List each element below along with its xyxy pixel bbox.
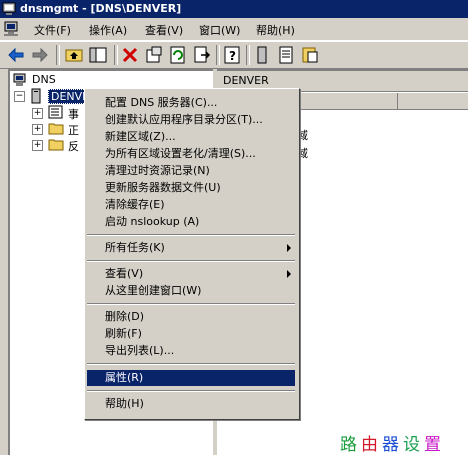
toolbar-separator	[216, 45, 220, 65]
menu-item-nslookup[interactable]: 启动 nslookup (A)	[87, 214, 295, 230]
dns-root-icon	[13, 73, 26, 86]
svg-text:?: ?	[229, 49, 236, 63]
delete-icon[interactable]	[120, 45, 140, 65]
menu-item-delete[interactable]: 删除(D)	[87, 309, 295, 325]
menu-item-all-tasks[interactable]: 所有任务(K)	[87, 240, 295, 256]
toolbar-separator	[114, 45, 118, 65]
export-icon[interactable]	[192, 45, 212, 65]
context-menu: 配置 DNS 服务器(C)... 创建默认应用程序目录分区(T)... 新建区域…	[84, 88, 300, 420]
menu-item-configure-dns[interactable]: 配置 DNS 服务器(C)...	[87, 95, 295, 111]
console-tree-icon[interactable]	[88, 45, 108, 65]
toolbar-separator	[56, 45, 60, 65]
toolbar-separator	[246, 45, 250, 65]
help-icon[interactable]: ?	[222, 45, 242, 65]
list-icon[interactable]	[276, 45, 296, 65]
menu-window[interactable]: 窗口(W)	[199, 22, 240, 38]
menu-item-clear-cache[interactable]: 清除缓存(E)	[87, 197, 295, 213]
menu-item-view[interactable]: 查看(V)	[87, 266, 295, 282]
dns-app-icon	[2, 2, 16, 15]
records-icon[interactable]	[300, 45, 320, 65]
menu-item-help[interactable]: 帮助(H)	[87, 396, 295, 412]
collapse-toggle[interactable]: −	[14, 91, 25, 102]
menu-item-new-zone[interactable]: 新建区域(Z)...	[87, 129, 295, 145]
folder-icon	[48, 123, 64, 135]
expand-toggle[interactable]: +	[32, 140, 43, 151]
menu-item-properties[interactable]: 属性(R)	[87, 370, 295, 386]
menu-action[interactable]: 操作(A)	[89, 22, 127, 38]
folder-icon	[48, 139, 64, 151]
tree-root-label[interactable]: DNS	[32, 73, 56, 86]
tree-child-forward[interactable]: 正	[68, 122, 79, 138]
menu-item-set-aging[interactable]: 为所有区域设置老化/清理(S)...	[87, 146, 295, 162]
submenu-arrow-icon	[287, 270, 291, 278]
menu-help[interactable]: 帮助(H)	[256, 22, 295, 38]
expand-toggle[interactable]: +	[32, 124, 43, 135]
menu-separator	[87, 303, 295, 305]
tree-child-reverse[interactable]: 反	[68, 138, 79, 154]
console-icon[interactable]	[3, 21, 21, 37]
menu-separator	[87, 260, 295, 262]
up-folder-icon[interactable]	[64, 45, 84, 65]
properties-icon[interactable]	[144, 45, 164, 65]
menu-separator	[87, 390, 295, 392]
tree-child-events[interactable]: 事	[68, 106, 79, 122]
menu-item-new-window[interactable]: 从这里创建窗口(W)	[87, 283, 295, 299]
column-divider[interactable]	[397, 93, 398, 109]
submenu-arrow-icon	[287, 244, 291, 252]
menu-bar: 文件(F) 操作(A) 查看(V) 窗口(W) 帮助(H)	[0, 18, 468, 41]
back-icon[interactable]	[6, 45, 26, 65]
server-node-icon	[31, 88, 41, 104]
expand-toggle[interactable]: +	[32, 108, 43, 119]
menu-view[interactable]: 查看(V)	[145, 22, 183, 38]
watermark: 路由器设置	[340, 435, 445, 455]
refresh-icon[interactable]	[168, 45, 188, 65]
window-title: dnsmgmt - [DNS\DENVER]	[20, 2, 182, 15]
menu-item-export-list[interactable]: 导出列表(L)...	[87, 343, 295, 359]
toolbar: ?	[0, 41, 468, 69]
menu-separator	[87, 234, 295, 236]
event-viewer-icon	[48, 105, 63, 119]
title-bar: dnsmgmt - [DNS\DENVER]	[0, 0, 468, 18]
menu-item-scavenge[interactable]: 清理过时资源记录(N)	[87, 163, 295, 179]
details-title: DENVER	[223, 74, 269, 87]
menu-item-create-app-partition[interactable]: 创建默认应用程序目录分区(T)...	[87, 112, 295, 128]
menu-item-refresh[interactable]: 刷新(F)	[87, 326, 295, 342]
menu-separator	[87, 363, 295, 365]
server-icon[interactable]	[252, 45, 272, 65]
menu-file[interactable]: 文件(F)	[34, 22, 71, 38]
menu-item-update-data-files[interactable]: 更新服务器数据文件(U)	[87, 180, 295, 196]
forward-icon[interactable]	[30, 45, 50, 65]
